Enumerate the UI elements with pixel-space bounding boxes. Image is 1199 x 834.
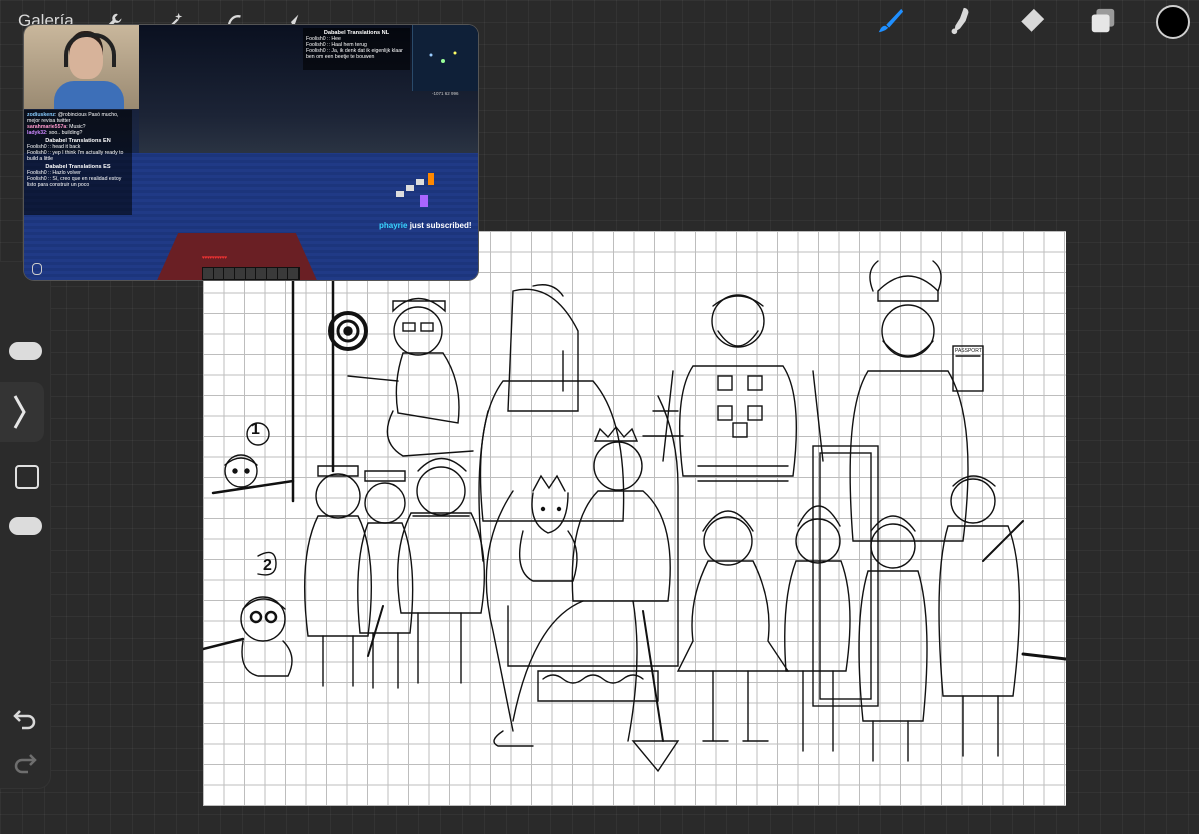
twitch-chat: zodiuskenz: @robincious Pasó mucho, mejo… xyxy=(24,110,132,215)
brush-size-handle[interactable] xyxy=(9,342,42,360)
stream-overlay[interactable]: -1071 62 996 Dababel Translations NL Foo… xyxy=(24,25,478,280)
subscriber-alert: phayrie just subscribed! xyxy=(379,221,472,230)
chevron-right-icon xyxy=(13,395,26,429)
coordinates-label: -1071 62 996 xyxy=(432,91,459,96)
translation-box-nl: Dababel Translations NL Foolish0 :: Hee … xyxy=(303,28,410,70)
redo-icon[interactable] xyxy=(12,752,38,779)
sign-text: PASSPORT xyxy=(955,348,982,354)
opacity-handle[interactable] xyxy=(9,517,42,535)
headphones-icon xyxy=(64,33,116,67)
square-tool-button[interactable] xyxy=(15,465,39,489)
annotation-2: 2 xyxy=(263,557,272,574)
drawing-canvas[interactable]: 1 2 PASSPORT xyxy=(203,231,1066,806)
left-sidebar xyxy=(0,262,50,788)
minimap xyxy=(412,25,478,91)
pixel-animation xyxy=(392,173,442,209)
health-bar: ♥♥♥♥♥♥♥♥♥♥ xyxy=(202,255,227,261)
webcam-feed xyxy=(24,25,139,109)
hotbar xyxy=(202,267,300,280)
mic-icon xyxy=(32,263,42,275)
annotation-1: 1 xyxy=(251,421,260,438)
color-swatch[interactable] xyxy=(1156,5,1190,39)
layers-icon[interactable] xyxy=(1088,6,1118,36)
eraser-icon[interactable] xyxy=(1017,6,1047,36)
modify-button[interactable] xyxy=(0,382,44,442)
undo-icon[interactable] xyxy=(12,708,38,735)
smudge-icon[interactable] xyxy=(945,6,975,36)
group-sketch xyxy=(203,260,1066,773)
brush-icon[interactable] xyxy=(875,6,905,36)
streamer-shirt xyxy=(54,81,124,109)
opacity-slider[interactable] xyxy=(0,502,50,672)
